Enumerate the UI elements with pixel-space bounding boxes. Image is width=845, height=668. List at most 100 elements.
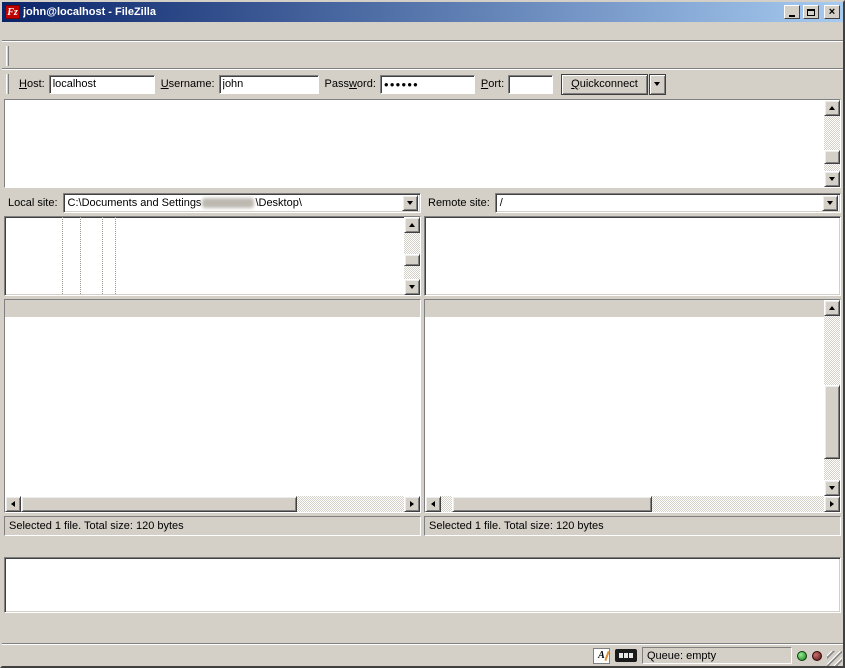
redacted-username — [202, 198, 254, 208]
file-lists — [4, 299, 841, 513]
quickconnect-button[interactable]: Quickconnect — [561, 74, 648, 95]
spacer — [2, 636, 843, 644]
scroll-down-button[interactable] — [824, 480, 840, 496]
scroll-thumb[interactable] — [452, 496, 651, 512]
chevron-down-icon — [407, 201, 413, 205]
scroll-up-button[interactable] — [824, 300, 840, 316]
scroll-thumb[interactable] — [824, 385, 840, 459]
queue-tabs — [34, 614, 841, 636]
local-file-list — [4, 299, 421, 513]
queue-header — [4, 539, 841, 557]
activity-led-red — [812, 651, 822, 661]
tree-guide — [102, 217, 103, 295]
close-button[interactable]: × — [824, 5, 840, 19]
title-bar: Fz john@localhost - FileZilla × — [2, 2, 843, 22]
directory-trees — [4, 216, 841, 296]
scroll-down-button[interactable] — [404, 279, 420, 295]
arrow-left-icon — [11, 501, 15, 507]
scroll-up-button[interactable] — [404, 217, 420, 233]
arrow-down-icon — [409, 285, 415, 289]
status-bar: A Queue: empty — [2, 644, 843, 666]
queue-status-text: Queue: empty — [647, 650, 716, 662]
remote-file-list — [424, 299, 841, 513]
maximize-button[interactable] — [803, 5, 819, 19]
local-tree-scrollbar — [404, 217, 420, 295]
menu-bar — [2, 22, 843, 41]
maximize-icon — [807, 9, 815, 16]
window-title: john@localhost - FileZilla — [23, 6, 781, 18]
tree-guide — [115, 217, 116, 295]
scroll-right-button[interactable] — [824, 496, 840, 512]
local-selection-status: Selected 1 file. Total size: 120 bytes — [4, 516, 421, 536]
chevron-down-icon — [827, 201, 833, 205]
remote-site-bar: Remote site: / — [424, 192, 841, 214]
toolbar — [2, 41, 843, 69]
scroll-right-button[interactable] — [404, 496, 420, 512]
password-label: Password: — [325, 78, 376, 90]
port-label: Port: — [481, 78, 504, 90]
scroll-thumb[interactable] — [21, 496, 297, 512]
local-path-suffix: \Desktop\ — [255, 197, 301, 209]
remote-list-hscrollbar — [425, 496, 840, 512]
filezilla-app-icon: Fz — [5, 5, 20, 19]
scroll-down-button[interactable] — [824, 171, 840, 187]
transfer-queue — [4, 539, 841, 636]
password-input[interactable] — [380, 75, 475, 94]
arrow-down-icon — [829, 486, 835, 490]
remote-list-header — [425, 300, 824, 317]
scroll-left-button[interactable] — [5, 496, 21, 512]
scroll-thumb[interactable] — [824, 150, 840, 164]
scroll-track[interactable] — [21, 496, 404, 512]
queue-status-box: Queue: empty — [642, 647, 792, 664]
local-site-label: Local site: — [4, 197, 63, 209]
minimize-icon — [789, 15, 795, 17]
port-input[interactable] — [508, 75, 553, 94]
arrow-left-icon — [431, 501, 435, 507]
quickconnect-bar: Host: Username: Password: Port: Quickcon… — [2, 69, 843, 98]
filezilla-window: Fz john@localhost - FileZilla × Host: Us… — [0, 0, 845, 668]
remote-site-dropdown-button[interactable] — [822, 195, 838, 211]
speed-limit-icon — [615, 649, 637, 662]
arrow-up-icon — [409, 223, 415, 227]
local-site-combobox[interactable]: C:\Documents and Settings\Desktop\ — [63, 193, 421, 213]
remote-list-vscrollbar — [824, 300, 840, 496]
local-site-dropdown-button[interactable] — [402, 195, 418, 211]
arrow-up-icon — [829, 106, 835, 110]
queue-body[interactable] — [4, 557, 841, 613]
remote-selection-status: Selected 1 file. Total size: 120 bytes — [424, 516, 841, 536]
minimize-button[interactable] — [784, 5, 800, 19]
remote-site-combobox[interactable]: / — [495, 193, 841, 213]
scroll-track[interactable] — [824, 316, 840, 480]
host-input[interactable] — [49, 75, 155, 94]
local-list-header — [5, 300, 420, 317]
scroll-thumb[interactable] — [404, 254, 420, 266]
host-label: Host: — [19, 78, 45, 90]
message-log — [4, 99, 841, 188]
resize-grip-icon[interactable] — [827, 651, 842, 666]
arrow-up-icon — [829, 306, 835, 310]
remote-tree-panel — [424, 216, 841, 296]
tree-guide — [62, 217, 63, 295]
scroll-track[interactable] — [824, 116, 840, 171]
username-label: Username: — [161, 78, 215, 90]
selection-status-bars: Selected 1 file. Total size: 120 bytes S… — [4, 516, 841, 536]
scroll-left-button[interactable] — [425, 496, 441, 512]
data-type-indicator-icon: A — [593, 648, 610, 664]
quickconnect-dropdown-button[interactable] — [649, 74, 666, 95]
remote-site-label: Remote site: — [424, 197, 495, 209]
scroll-track[interactable] — [404, 233, 420, 279]
local-list-hscrollbar — [5, 496, 420, 512]
local-tree-panel — [4, 216, 421, 296]
scroll-up-button[interactable] — [824, 100, 840, 116]
chevron-down-icon — [654, 82, 660, 86]
arrow-right-icon — [410, 501, 414, 507]
scroll-track[interactable] — [441, 496, 824, 512]
quickconnect-gripper[interactable] — [6, 74, 9, 94]
username-input[interactable] — [219, 75, 319, 94]
activity-led-green — [797, 651, 807, 661]
toolbar-gripper[interactable] — [6, 46, 9, 66]
arrow-right-icon — [830, 501, 834, 507]
local-site-bar: Local site: C:\Documents and Settings\De… — [4, 192, 421, 214]
site-bars: Local site: C:\Documents and Settings\De… — [4, 192, 841, 214]
tree-guide — [80, 217, 81, 295]
